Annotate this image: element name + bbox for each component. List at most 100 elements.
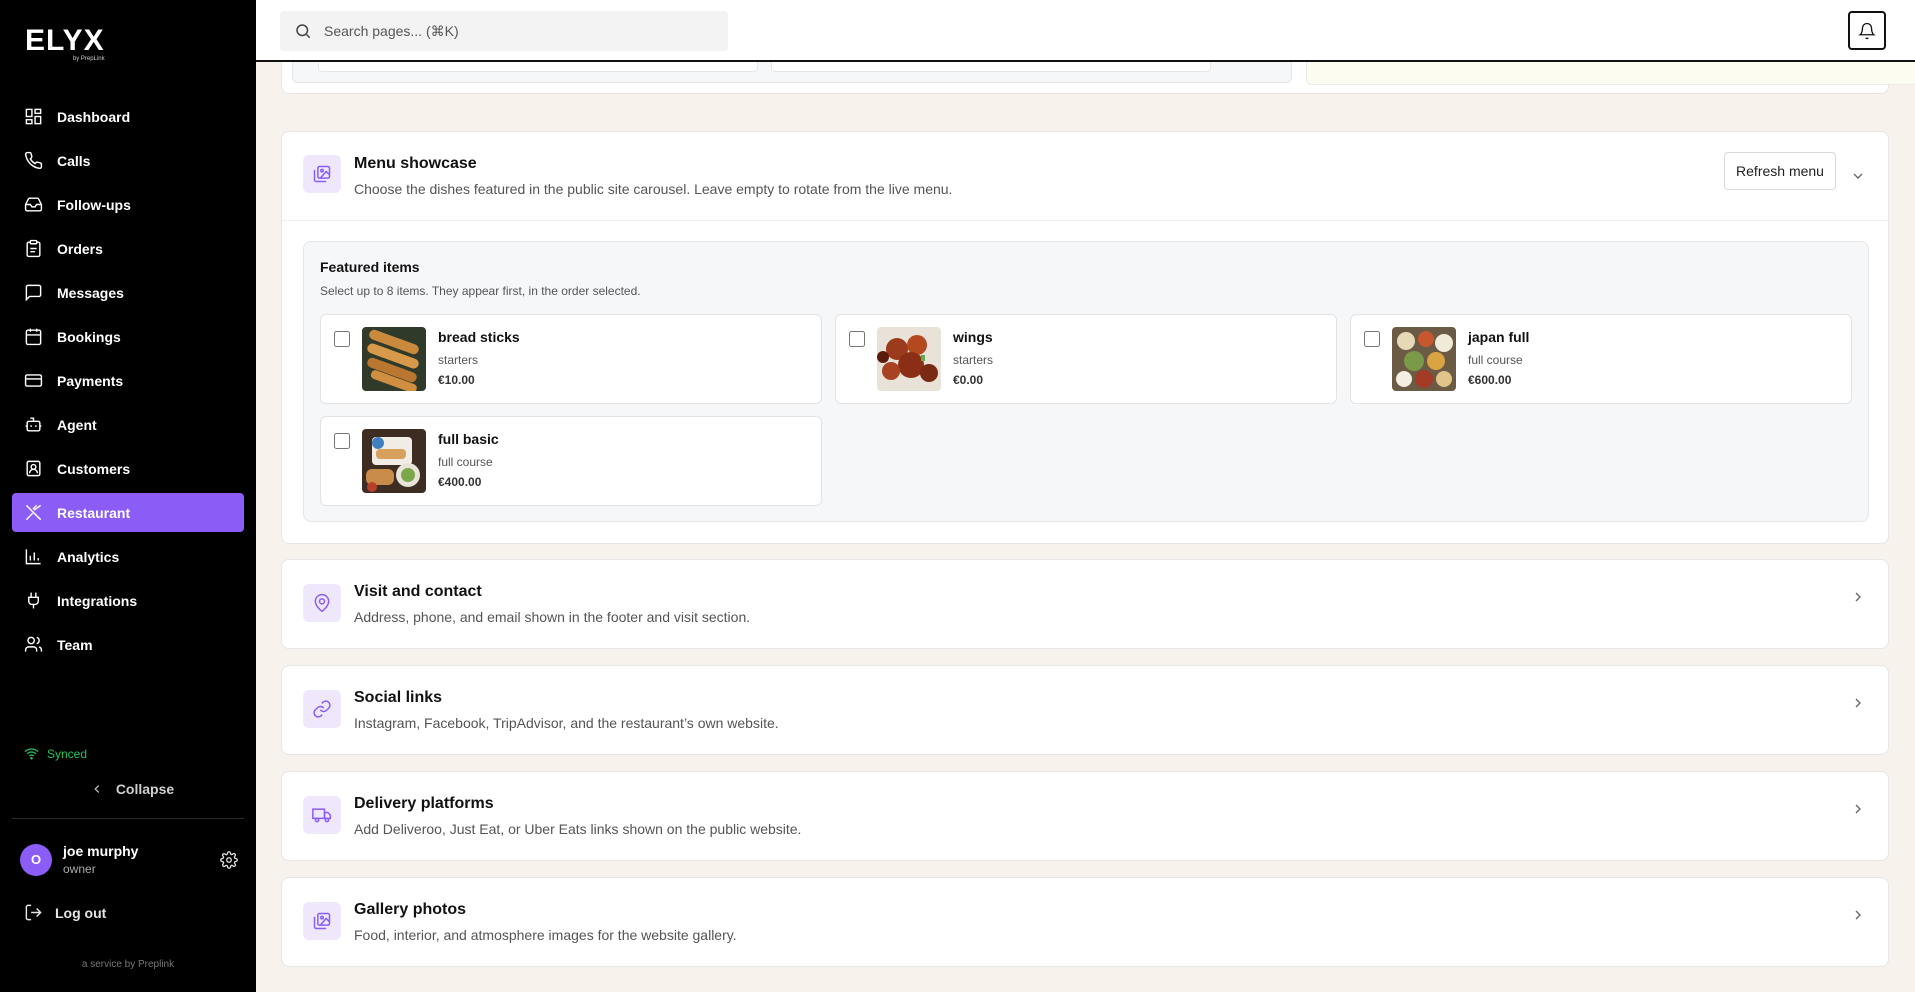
sidebar-item-restaurant[interactable]: Restaurant (12, 493, 244, 532)
sidebar-item-orders[interactable]: Orders (12, 229, 244, 268)
contact-icon (26, 460, 41, 477)
phone-icon (24, 151, 43, 170)
sync-status-label: Synced (47, 746, 88, 761)
truck-icon (312, 808, 332, 823)
social-links-header: Social links Instagram, Facebook, TripAd… (282, 666, 1888, 755)
menu-item-photo (877, 327, 941, 391)
bot-icon (25, 417, 42, 432)
bell-icon (1858, 22, 1876, 39)
users-icon (24, 636, 43, 652)
sidebar-item-team[interactable]: Team (12, 625, 244, 664)
clipboard-icon (26, 239, 41, 258)
delivery-platforms-header: Delivery platforms Add Deliveroo, Just E… (282, 772, 1888, 861)
plug-icon (28, 592, 39, 609)
menu-item-card[interactable]: japan full full course €600.00 (1350, 314, 1852, 404)
collapse-label: Collapse (115, 781, 175, 797)
menu-item-checkbox[interactable] (1364, 331, 1380, 347)
delivery-platforms-card[interactable]: Delivery platforms Add Deliveroo, Just E… (281, 771, 1889, 861)
sidebar-item-label: Restaurant (57, 504, 131, 521)
sidebar-item-agent[interactable]: Agent (12, 405, 244, 444)
card-divider (282, 220, 1888, 221)
sidebar-item-analytics[interactable]: Analytics (12, 537, 244, 576)
credit-card-icon (24, 374, 43, 387)
menu-item-checkbox[interactable] (849, 331, 865, 347)
brand-logo[interactable]: ELYX by PrepLink (25, 24, 105, 63)
menu-item-category: full course (438, 455, 493, 469)
featured-subtitle: Select up to 8 items. They appear first,… (320, 284, 641, 298)
sidebar-item-label: Team (57, 636, 93, 653)
sidebar-item-integrations[interactable]: Integrations (12, 581, 244, 620)
sidebar-item-label: Analytics (57, 548, 120, 565)
brand-sub: by PrepLink (72, 56, 105, 62)
search-input[interactable] (324, 23, 704, 39)
sidebar-divider (12, 818, 244, 819)
menu-item-price: €10.00 (438, 373, 475, 387)
sidebar-item-label: Dashboard (57, 108, 131, 125)
avatar[interactable]: O (20, 843, 52, 876)
featured-title: Featured items (320, 259, 420, 275)
chevron-right-icon (1855, 698, 1861, 708)
previous-preview-panel (1306, 62, 1915, 85)
wifi-icon (24, 748, 39, 760)
collapse-button[interactable]: Collapse (0, 781, 256, 797)
sidebar-item-label: Bookings (57, 328, 121, 345)
visit-contact-card[interactable]: Visit and contact Address, phone, and em… (281, 559, 1889, 649)
refresh-menu-button[interactable]: Refresh menu (1724, 152, 1836, 190)
menu-item-price: €0.00 (953, 373, 984, 387)
section-title: Social links (354, 689, 443, 706)
notifications-button[interactable] (1848, 11, 1886, 50)
top-header (256, 0, 1915, 62)
sidebar-item-label: Orders (57, 240, 103, 257)
link-icon (313, 700, 331, 718)
search-icon (296, 24, 311, 39)
section-icon-box (303, 690, 341, 728)
section-icon-box (303, 902, 341, 940)
menu-item-checkbox[interactable] (334, 331, 350, 347)
previous-section-panel (292, 62, 1292, 83)
previous-section-card (281, 62, 1915, 94)
sidebar-item-follow-ups[interactable]: Follow-ups (12, 185, 244, 224)
menu-item-category: starters (438, 353, 479, 367)
visit-contact-header: Visit and contact Address, phone, and em… (282, 560, 1888, 649)
social-links-card[interactable]: Social links Instagram, Facebook, TripAd… (281, 665, 1889, 755)
section-description: Food, interior, and atmosphere images fo… (354, 927, 737, 943)
menu-item-category: full course (1468, 353, 1523, 367)
menu-item-checkbox[interactable] (334, 433, 350, 449)
dashboard-icon (25, 108, 42, 125)
bar-chart-icon (25, 549, 41, 565)
section-icon-box (303, 796, 341, 834)
sidebar-item-messages[interactable]: Messages (12, 273, 244, 312)
sidebar-item-label: Payments (57, 372, 124, 389)
user-profile: O joe murphy owner (20, 843, 238, 876)
gear-icon[interactable] (220, 851, 238, 869)
menu-item-photo (362, 327, 426, 391)
brand-name: ELYX (25, 24, 105, 57)
menu-item-category: starters (953, 353, 994, 367)
menu-item-card[interactable]: wings starters €0.00 (835, 314, 1337, 404)
menu-item-card[interactable]: bread sticks starters €10.00 (320, 314, 822, 404)
sidebar-item-customers[interactable]: Customers (12, 449, 244, 488)
gallery-photos-card[interactable]: Gallery photos Food, interior, and atmos… (281, 877, 1889, 967)
menu-item-photo (1392, 327, 1456, 391)
section-icon-box (303, 155, 341, 193)
sidebar-item-payments[interactable]: Payments (12, 361, 244, 400)
sidebar-item-calls[interactable]: Calls (12, 141, 244, 180)
sidebar-nav: Dashboard Calls Follow-ups Orders Messag… (12, 97, 244, 669)
user-name: joe murphy (63, 843, 139, 859)
menu-item-card[interactable]: full basic full course €400.00 (320, 416, 822, 506)
sidebar-item-dashboard[interactable]: Dashboard (12, 97, 244, 136)
images-icon (313, 165, 331, 183)
sidebar-item-label: Calls (57, 152, 91, 169)
calendar-icon (25, 328, 42, 346)
chevron-right-icon (1855, 804, 1861, 814)
inbox-icon (24, 197, 43, 212)
menu-showcase-header[interactable]: Menu showcase Choose the dishes featured… (282, 132, 1888, 221)
search-bar (280, 11, 728, 51)
chevron-left-icon (94, 785, 99, 793)
sidebar-item-label: Agent (57, 416, 97, 433)
sidebar-item-bookings[interactable]: Bookings (12, 317, 244, 356)
menu-showcase-card: Menu showcase Choose the dishes featured… (281, 131, 1889, 544)
chevron-down-icon[interactable] (1850, 168, 1866, 184)
menu-item-name: japan full (1468, 329, 1530, 345)
logout-button[interactable]: Log out (24, 903, 106, 922)
